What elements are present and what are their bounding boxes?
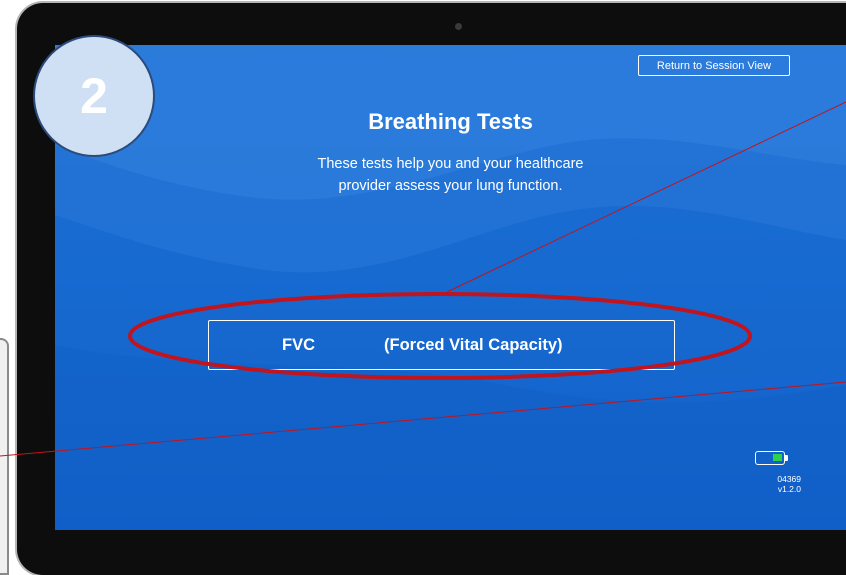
battery-icon	[755, 451, 785, 465]
fvc-test-button[interactable]: FVC (Forced Vital Capacity)	[208, 320, 675, 370]
battery-level	[773, 454, 782, 461]
subtitle-line-1: These tests help you and your healthcare	[317, 156, 584, 172]
test-abbreviation: FVC	[282, 336, 315, 354]
app-screen: Return to Session View Breathing Tests T…	[55, 45, 846, 530]
subtitle-line-2: provider assess your lung function.	[338, 178, 563, 194]
test-full-name: (Forced Vital Capacity)	[384, 336, 563, 354]
page-title: Breathing Tests	[368, 109, 533, 134]
step-number-badge: 2	[33, 35, 155, 157]
return-to-session-button[interactable]: Return to Session View	[638, 55, 790, 76]
adjacent-panel-edge	[0, 338, 9, 575]
camera-icon	[455, 23, 462, 30]
app-version: v1.2.0	[777, 484, 801, 494]
device-id: 04369	[777, 474, 801, 484]
page-subtitle: These tests help you and your healthcare…	[55, 153, 846, 197]
battery-cap	[785, 455, 788, 461]
